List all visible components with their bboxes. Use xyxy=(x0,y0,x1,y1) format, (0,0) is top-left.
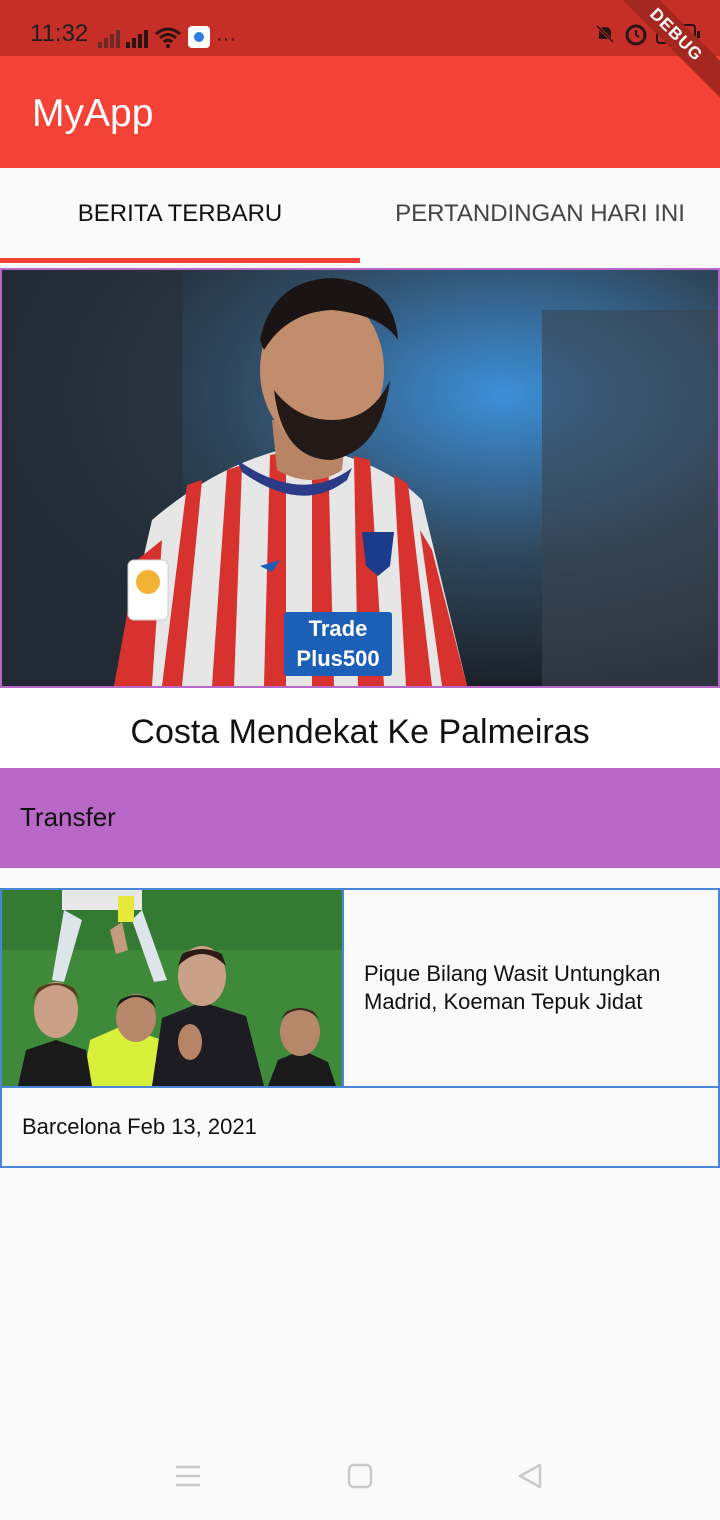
app-title: MyApp xyxy=(32,92,154,135)
sponsor-text-line1: Trade xyxy=(309,616,368,641)
category-label: Transfer xyxy=(20,802,116,832)
app-bar: MyApp xyxy=(0,56,720,168)
app-notification-icon xyxy=(188,26,210,48)
alarm-icon xyxy=(625,24,647,46)
signal-icon-sim1 xyxy=(98,26,120,48)
news-list-item[interactable]: Pique Bilang Wasit Untungkan Madrid, Koe… xyxy=(0,888,720,1088)
news-item-meta[interactable]: Barcelona Feb 13, 2021 xyxy=(0,1086,720,1168)
signal-icon-sim2 xyxy=(126,26,148,48)
triangle-back-icon[interactable] xyxy=(516,1462,544,1490)
tab-berita-terbaru[interactable]: BERITA TERBARU xyxy=(0,168,360,264)
tab-pertandingan-hari-ini[interactable]: PERTANDINGAN HARI INI xyxy=(360,168,720,264)
menu-lines-icon[interactable] xyxy=(174,1462,202,1490)
player-photo: Trade Plus500 xyxy=(2,270,718,686)
featured-news-image[interactable]: Trade Plus500 xyxy=(0,268,720,688)
status-left-icons: ··· xyxy=(98,22,236,50)
referee-yellow-card-photo xyxy=(2,890,342,1086)
news-item-title: Pique Bilang Wasit Untungkan Madrid, Koe… xyxy=(364,961,661,1014)
sponsor-text-line2: Plus500 xyxy=(296,646,379,671)
mute-bell-icon xyxy=(595,24,615,44)
status-bar: 11:32 ··· xyxy=(0,0,720,56)
news-item-meta-text: Barcelona Feb 13, 2021 xyxy=(22,1114,257,1139)
wifi-icon xyxy=(155,27,181,48)
more-notifications-icon: ··· xyxy=(216,28,236,50)
category-bar[interactable]: Transfer xyxy=(0,768,720,868)
news-thumbnail xyxy=(2,890,344,1086)
featured-news-title[interactable]: Costa Mendekat Ke Palmeiras xyxy=(0,688,720,768)
tab-indicator xyxy=(0,258,360,263)
status-time: 11:32 xyxy=(30,20,89,47)
system-nav-bar xyxy=(0,1440,720,1520)
tab-bar: BERITA TERBARU PERTANDINGAN HARI INI xyxy=(0,168,720,264)
square-home-icon[interactable] xyxy=(346,1462,374,1490)
